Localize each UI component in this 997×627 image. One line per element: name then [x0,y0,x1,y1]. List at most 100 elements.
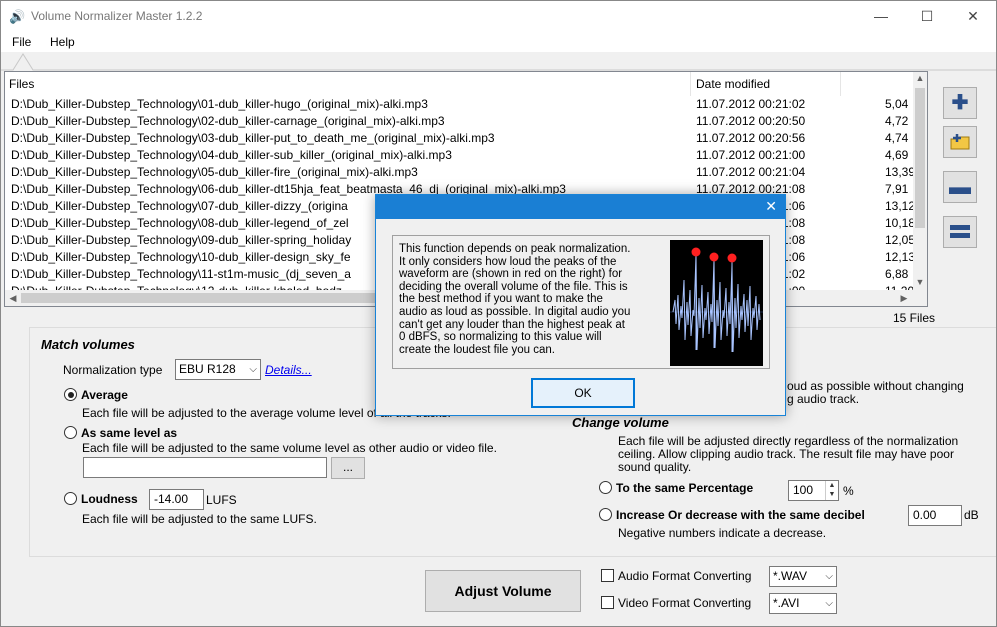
details-link[interactable]: Details... [265,363,312,377]
file-size-cell: 5,04 [885,97,909,111]
table-row[interactable]: D:\Dub_Killer-Dubstep_Technology\04-dub_… [5,147,915,164]
loudness-radio[interactable] [64,492,77,505]
dialog-line: 0 dBFS, so normalizing to this value wil… [399,331,602,344]
peak-marker [709,252,719,262]
vertical-scrollbar[interactable]: ▲ ▼ [913,72,927,292]
loudness-unit: LUFS [206,493,237,507]
column-header-size[interactable] [842,72,917,96]
menu-file[interactable]: File [12,35,31,49]
dialog-line: create the loudest file you can. [399,343,555,356]
peak-marker [691,247,701,257]
percentage-label[interactable]: To the same Percentage [616,481,753,495]
table-row[interactable]: D:\Dub_Killer-Dubstep_Technology\01-dub_… [5,96,915,113]
dialog-line: It only considers how loud the peaks of … [399,255,617,268]
scroll-left-icon[interactable]: ◀ [6,293,20,304]
percentage-unit: % [843,484,854,498]
maximize-button[interactable]: ☐ [904,1,950,32]
change-volume-title: Change volume [572,415,669,430]
percentage-radio[interactable] [599,481,612,494]
same-level-label[interactable]: As same level as [81,426,177,440]
browse-button[interactable]: ... [331,457,365,479]
percentage-spin[interactable]: ▲ ▼ [825,481,838,500]
chevron-down-icon: ⌵ [249,364,257,375]
loudness-description: Each file will be adjusted to the same L… [82,512,317,526]
minus-icon: ▬ [949,174,971,199]
add-folder-button[interactable] [943,126,977,158]
reference-file-input[interactable] [83,457,327,478]
spin-up-icon[interactable]: ▲ [826,481,838,490]
dialog-panel: This function depends on peak normalizat… [392,235,770,369]
scroll-down-icon[interactable]: ▼ [913,277,927,287]
audio-convert-label[interactable]: Audio Format Converting [618,569,751,583]
clear-list-button[interactable] [943,216,977,248]
file-path-cell: D:\Dub_Killer-Dubstep_Technology\03-dub_… [11,131,495,145]
dialog-line: audio as loud as possible. In digital au… [399,305,631,318]
column-header-date[interactable]: Date modified [692,72,841,96]
loudness-label[interactable]: Loudness [81,492,138,506]
file-size-cell: 4,69 [885,148,909,162]
adjust-volume-button[interactable]: Adjust Volume [425,570,581,612]
vertical-scroll-thumb[interactable] [915,88,925,228]
file-path-cell: D:\Dub_Killer-Dubstep_Technology\04-dub_… [11,148,452,162]
folder-add-icon [950,134,970,150]
dialog-message: This function depends on peak normalizat… [399,243,667,356]
ok-button[interactable]: OK [531,378,635,408]
plus-icon: ✚ [951,92,969,114]
minimize-button[interactable]: — [858,1,904,32]
same-level-radio[interactable] [64,426,77,439]
audio-format-value: *.WAV [773,569,808,583]
decibel-radio[interactable] [599,508,612,521]
file-path-cell: D:\Dub_Killer-Dubstep_Technology\01-dub_… [11,97,428,111]
decibel-input[interactable]: 0.00 [908,505,962,526]
percentage-value: 100 [793,483,814,497]
audio-convert-checkbox[interactable] [601,569,614,582]
change-description-line3: sound quality. [618,460,692,474]
normalization-type-select[interactable]: EBU R128 ⌵ [175,359,261,380]
files-count: 15 Files [893,311,936,325]
column-header-files[interactable]: Files [5,72,691,96]
add-file-button[interactable]: ✚ [943,87,977,119]
table-row[interactable]: D:\Dub_Killer-Dubstep_Technology\05-dub_… [5,164,915,181]
scroll-up-icon[interactable]: ▲ [913,73,927,83]
file-size-cell: 7,91 [885,182,909,196]
file-size-cell: 13,12 [885,199,915,213]
file-size-cell: 6,88 [885,267,909,281]
average-radio[interactable] [64,388,77,401]
dialog-line: deciding the overall volume of the file.… [399,280,628,293]
normalization-type-label: Normalization type [63,363,163,377]
file-date-cell: 11.07.2012 00:20:50 [696,114,806,128]
file-size-cell: 10,18 [885,216,915,230]
video-convert-label[interactable]: Video Format Converting [618,596,751,610]
close-button[interactable]: ✕ [950,1,996,32]
video-format-select[interactable]: *.AVI ⌵ [769,593,837,614]
tab-strip [1,53,996,71]
scroll-right-icon[interactable]: ▶ [897,293,911,304]
table-row[interactable]: D:\Dub_Killer-Dubstep_Technology\03-dub_… [5,130,915,147]
dialog-close-button[interactable]: ✕ [765,198,777,215]
remove-file-button[interactable]: ▬ [943,171,977,203]
dialog-title-bar: ✕ [376,195,785,219]
dialog-line: This function depends on peak normalizat… [399,243,631,255]
loudness-input[interactable]: -14.00 [149,489,204,510]
horizontal-scroll-thumb[interactable] [21,293,381,303]
file-date-cell: 11.07.2012 00:20:56 [696,131,806,145]
video-convert-checkbox[interactable] [601,596,614,609]
info-dialog: ✕ This function depends on peak normaliz… [375,194,786,416]
dialog-line: waveform are (shown in red on the right)… [399,268,623,281]
spin-down-icon[interactable]: ▼ [826,490,838,499]
percentage-stepper[interactable]: 100 ▲ ▼ [788,480,839,501]
file-date-cell: 11.07.2012 00:21:04 [696,165,806,179]
dialog-line: can't get any louder than the highest pe… [399,318,625,331]
audio-format-select[interactable]: *.WAV ⌵ [769,566,837,587]
decibel-label[interactable]: Increase Or decrease with the same decib… [616,508,865,522]
file-size-cell: 4,74 [885,131,909,145]
window-title: Volume Normalizer Master 1.2.2 [31,9,203,23]
table-row[interactable]: D:\Dub_Killer-Dubstep_Technology\02-dub_… [5,113,915,130]
clear-list-icon [950,225,970,238]
menu-help[interactable]: Help [50,35,75,49]
main-window: 🔊 Volume Normalizer Master 1.2.2 — ☐ ✕ F… [0,0,997,627]
file-date-cell: 11.07.2012 00:21:02 [696,97,806,111]
change-description-line1: Each file will be adjusted directly rega… [618,434,959,448]
average-label[interactable]: Average [81,388,128,402]
decibel-unit: dB [964,508,979,522]
